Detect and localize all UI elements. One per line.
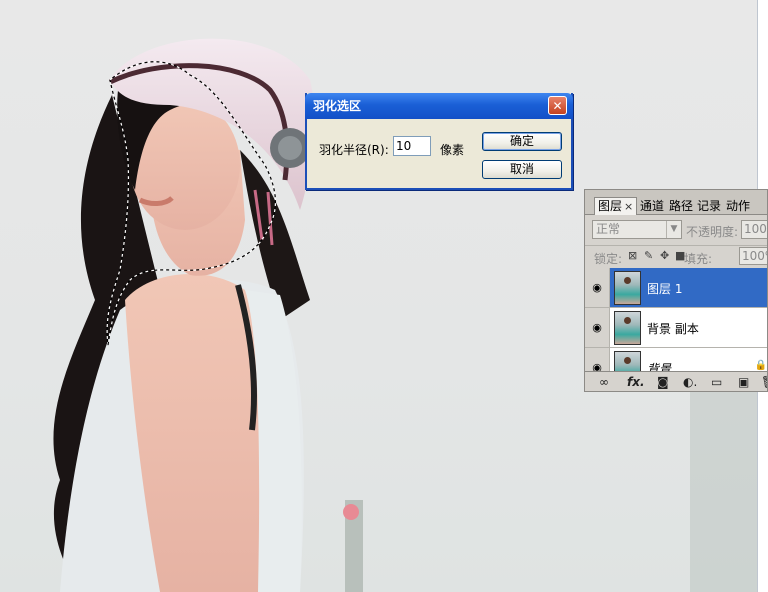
- fill-label: 填充:: [684, 252, 713, 266]
- feather-radius-label: 羽化半径(R):: [319, 143, 389, 157]
- layers-bottom-bar: ∞ fx. ◙ ◐. ▭ ▣ 🗑: [585, 371, 767, 391]
- dialog-title: 羽化选区: [313, 99, 362, 113]
- folder-icon[interactable]: ▭: [711, 375, 722, 389]
- fx-icon[interactable]: fx.: [627, 375, 645, 389]
- lock-pixels-icon[interactable]: ✎: [644, 249, 653, 262]
- lock-icon: 🔒: [754, 360, 767, 371]
- layer-name: 图层 1: [647, 282, 683, 296]
- layer-thumbnail: [614, 311, 641, 345]
- layers-panel: 图层× 通道 路径 记录 动作 正常 ▼ 不透明度: 100% 锁定: ⊠ ✎ …: [584, 189, 768, 392]
- layer-name: 背景 副本: [647, 322, 699, 336]
- blend-mode-select[interactable]: 正常 ▼: [592, 220, 682, 239]
- chevron-down-icon: ▼: [666, 221, 681, 238]
- opacity-label: 不透明度:: [686, 225, 739, 239]
- feather-selection-dialog: 羽化选区 ✕ 羽化半径(R): 10 像素 确定 取消: [305, 93, 573, 190]
- tab-history[interactable]: 记录: [697, 198, 721, 214]
- eye-icon[interactable]: ◉: [585, 308, 610, 347]
- close-icon[interactable]: ✕: [548, 96, 567, 115]
- dialog-title-bar[interactable]: 羽化选区: [305, 93, 573, 119]
- new-layer-icon[interactable]: ▣: [738, 375, 749, 389]
- tab-label: 图层: [598, 199, 623, 213]
- opacity-input[interactable]: 100%: [741, 220, 767, 239]
- tab-paths[interactable]: 路径: [669, 198, 693, 214]
- dialog-body: 羽化半径(R): 10 像素 确定 取消: [307, 119, 571, 188]
- feather-radius-input[interactable]: 10: [393, 136, 431, 156]
- mask-icon[interactable]: ◙: [657, 375, 669, 389]
- eye-icon[interactable]: ◉: [585, 268, 610, 307]
- layer-thumbnail: [614, 271, 641, 305]
- cancel-button[interactable]: 取消: [482, 160, 562, 179]
- lock-transparency-icon[interactable]: ⊠: [628, 249, 637, 262]
- link-icon[interactable]: ∞: [599, 375, 609, 389]
- tab-layers[interactable]: 图层 ×: [594, 197, 638, 215]
- ok-button[interactable]: 确定: [482, 132, 562, 151]
- unit-label: 像素: [440, 143, 465, 157]
- blend-mode-value: 正常: [596, 222, 621, 236]
- lock-row: 锁定: ⊠ ✎ ✥ ■ 填充: 100%: [585, 245, 767, 269]
- trash-icon[interactable]: 🗑: [761, 375, 767, 389]
- layer-row[interactable]: ◉ 图层 1: [585, 268, 767, 308]
- fill-input[interactable]: 100%: [739, 247, 767, 265]
- lock-position-icon[interactable]: ✥: [660, 249, 669, 262]
- adjustment-icon[interactable]: ◐.: [683, 375, 697, 389]
- tab-channels[interactable]: 通道: [640, 198, 664, 214]
- lock-label: 锁定:: [594, 252, 623, 266]
- tab-actions[interactable]: 动作: [726, 198, 750, 214]
- layer-row[interactable]: ◉ 背景 副本: [585, 308, 767, 348]
- tab-close-icon[interactable]: ×: [624, 200, 633, 213]
- panel-tabs: 图层 × 通道 路径 记录 动作: [585, 190, 767, 215]
